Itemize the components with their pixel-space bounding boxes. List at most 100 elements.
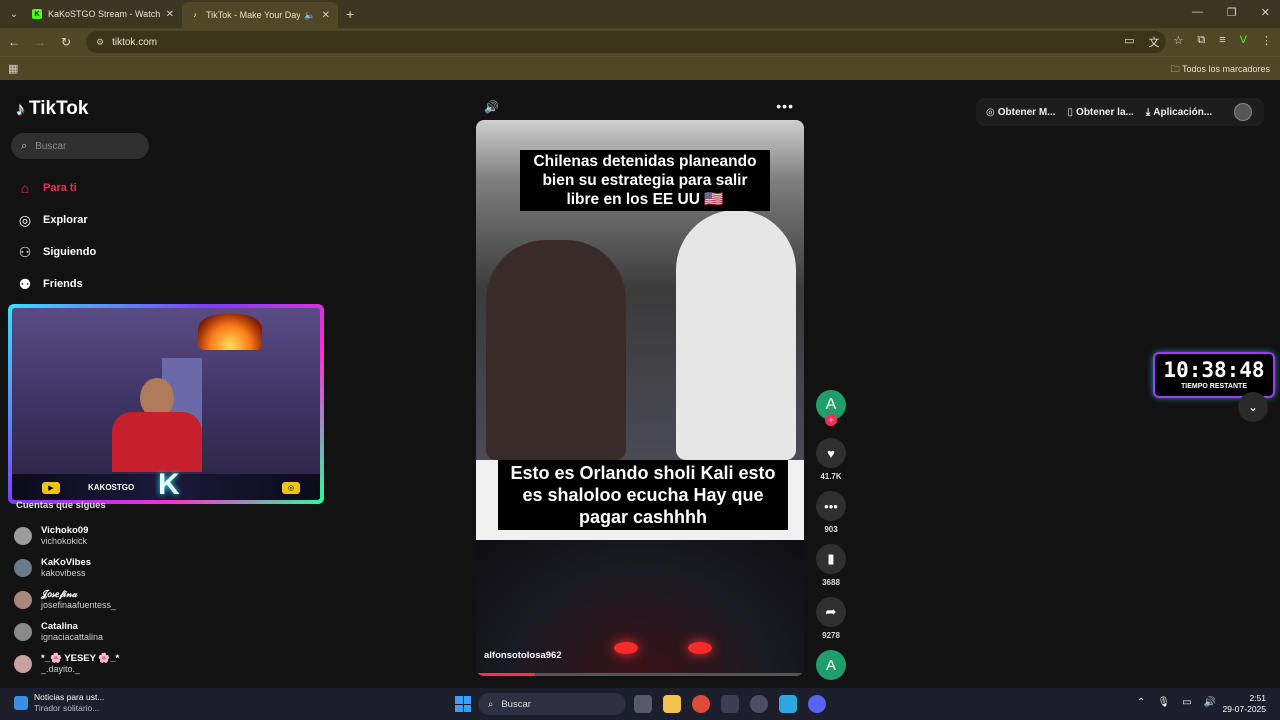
get-app-button[interactable]: ▯ Obtener la...: [1068, 107, 1134, 118]
minimize-icon[interactable]: —: [1192, 6, 1203, 19]
following-icon: ⚇: [18, 243, 32, 260]
phone-icon: ▯: [1067, 106, 1074, 118]
close-tab-icon[interactable]: ✕: [322, 10, 330, 21]
site-info-icon[interactable]: ⚙: [96, 37, 104, 48]
more-options-icon[interactable]: •••: [776, 98, 794, 114]
close-tab-icon[interactable]: ✕: [166, 9, 174, 20]
video-progress-bar[interactable]: [476, 673, 804, 676]
sidebar-item-label: Explorar: [43, 214, 88, 226]
microphone-icon[interactable]: 🎙: [1157, 697, 1170, 708]
search-icon: ⌕: [488, 698, 494, 710]
account-handle: vichokokick: [41, 536, 88, 546]
next-video-button[interactable]: ⌄: [1238, 392, 1268, 422]
share-icon[interactable]: ➦: [816, 597, 846, 627]
extensions-icon[interactable]: ⧉: [1197, 34, 1205, 50]
avatar: [14, 527, 32, 545]
follow-plus-icon[interactable]: +: [825, 414, 837, 426]
like-count: 41.7K: [820, 472, 842, 481]
share-count: 9278: [822, 631, 840, 640]
sidebar-item-para-ti[interactable]: ⌂ Para ti: [16, 172, 96, 204]
tab-bar: ⌄ K KaKoSTGO Stream - Watch Live ✕ ♪ Tik…: [0, 0, 1280, 28]
search-placeholder: Buscar: [35, 140, 67, 152]
all-bookmarks-button[interactable]: 🗀 Todos los marcadores: [1171, 62, 1270, 78]
menu-icon[interactable]: ⋮: [1261, 34, 1272, 50]
apps-grid-icon[interactable]: ▦: [8, 62, 18, 75]
list-item[interactable]: Catalina ignaciacattalina: [14, 616, 119, 648]
bookmark-star-icon[interactable]: ☆: [1174, 34, 1184, 50]
list-item[interactable]: KaKoVibes kakovibess: [14, 552, 119, 584]
music-disc-letter: A: [825, 656, 836, 674]
comment-count: 903: [824, 525, 838, 534]
bookmark-icon[interactable]: ▮: [816, 544, 846, 574]
search-input[interactable]: ⌕ Buscar: [11, 133, 149, 159]
news-widget[interactable]: Noticias para ust... Tirador solitario..…: [14, 692, 104, 714]
news-icon: [14, 696, 28, 710]
following-list: Vichoko09 vichokokick KaKoVibes kakovibe…: [14, 520, 119, 680]
promo-label: Obtener M...: [997, 106, 1056, 118]
speaker-icon[interactable]: 🔈: [304, 10, 315, 21]
list-item[interactable]: *_🌸 YESEY 🌸_* _.dayito._: [14, 648, 119, 680]
tiktok-logo[interactable]: ♪ TikTok: [16, 98, 88, 120]
list-item[interactable]: Vichoko09 vichokokick: [14, 520, 119, 552]
media-controls-icon[interactable]: ≡: [1219, 34, 1225, 50]
chevron-down-icon: ⌄: [1247, 400, 1259, 414]
sidebar-item-siguiendo[interactable]: ⚇ Siguiendo: [16, 236, 96, 268]
close-window-icon[interactable]: ✕: [1261, 6, 1270, 19]
video-author[interactable]: alfonsotolosa962: [484, 650, 562, 661]
app-icon[interactable]: [721, 695, 739, 713]
creator-avatar-letter: A: [825, 396, 837, 413]
sidebar-item-explorar[interactable]: ◎ Explorar: [16, 204, 96, 236]
app-icon[interactable]: [750, 695, 768, 713]
comment-action: ••• 903: [816, 491, 846, 534]
top-right-promo-bar: ◎ Obtener M... ▯ Obtener la... ⤓ Aplicación…: [976, 98, 1264, 126]
file-explorer-icon[interactable]: [663, 695, 681, 713]
account-name: 𝒥𝑜𝓈𝑒𝒻𝒾𝓃𝒶: [41, 589, 78, 600]
comment-icon[interactable]: •••: [816, 491, 846, 521]
video-caption-top: Chilenas detenidas planeando bien su est…: [520, 150, 770, 211]
taskbar-clock[interactable]: 2:51 29-07-2025: [1223, 693, 1266, 715]
news-title: Noticias para ust...: [34, 692, 105, 702]
new-tab-button[interactable]: +: [346, 6, 354, 22]
profile-avatar[interactable]: [1234, 103, 1252, 121]
translate-icon[interactable]: 文: [1149, 34, 1160, 50]
network-icon[interactable]: ▭: [1182, 697, 1191, 708]
reload-icon[interactable]: ↻: [54, 35, 78, 49]
back-icon[interactable]: ←: [2, 35, 26, 49]
forward-icon[interactable]: →: [28, 35, 52, 49]
like-action: ♥ 41.7K: [816, 438, 846, 481]
kick-favicon-icon: K: [32, 9, 42, 19]
chrome-icon[interactable]: [692, 695, 710, 713]
taskbar-search[interactable]: ⌕ Buscar: [478, 693, 626, 715]
video-figure-left: [486, 240, 626, 460]
system-tray: ⌃ 🎙 ▭ 🔊: [1137, 697, 1216, 708]
address-bar[interactable]: ⚙ tiktok.com: [86, 31, 1166, 53]
tray-chevron-icon[interactable]: ⌃: [1137, 697, 1145, 708]
volume-icon[interactable]: 🔊: [1204, 697, 1216, 708]
fire-decoration: [198, 314, 262, 350]
windows-start-icon[interactable]: [455, 696, 471, 712]
sidebar-item-label: Siguiendo: [43, 246, 97, 258]
tab-tiktok[interactable]: ♪ TikTok - Make Your Day 🔈 ✕: [182, 2, 338, 28]
list-item[interactable]: 𝒥𝑜𝓈𝑒𝒻𝒾𝓃𝒶 josefinaafuentess_: [14, 584, 119, 616]
get-coins-button[interactable]: ◎ Obtener M...: [986, 107, 1056, 118]
following-section-title: Cuentas que sigues: [16, 500, 106, 511]
discord-icon[interactable]: [808, 695, 826, 713]
tab-kakostgo[interactable]: K KaKoSTGO Stream - Watch Live ✕: [24, 0, 182, 28]
volume-icon[interactable]: 🔊: [484, 100, 499, 114]
home-icon: ⌂: [20, 180, 30, 196]
timer-label: TIEMPO RESTANTE: [1181, 383, 1247, 390]
tab-search-icon[interactable]: ⌄: [4, 4, 24, 24]
video-player[interactable]: Chilenas detenidas planeando bien su est…: [476, 120, 804, 676]
creator-avatar[interactable]: A +: [816, 390, 846, 426]
red-eye-right: [688, 642, 712, 654]
tiktok-favicon-icon: ♪: [193, 11, 197, 19]
app-icon[interactable]: [779, 695, 797, 713]
task-view-icon[interactable]: [634, 695, 652, 713]
sidebar-item-friends[interactable]: ⚉ Friends: [16, 268, 96, 300]
cast-icon[interactable]: ▭: [1124, 34, 1134, 50]
music-disc-icon[interactable]: A: [816, 650, 846, 680]
restore-icon[interactable]: ❐: [1227, 6, 1237, 19]
download-app-button[interactable]: ⤓ Aplicación...: [1146, 107, 1212, 118]
heart-icon[interactable]: ♥: [816, 438, 846, 468]
profile-icon[interactable]: V: [1240, 34, 1247, 50]
